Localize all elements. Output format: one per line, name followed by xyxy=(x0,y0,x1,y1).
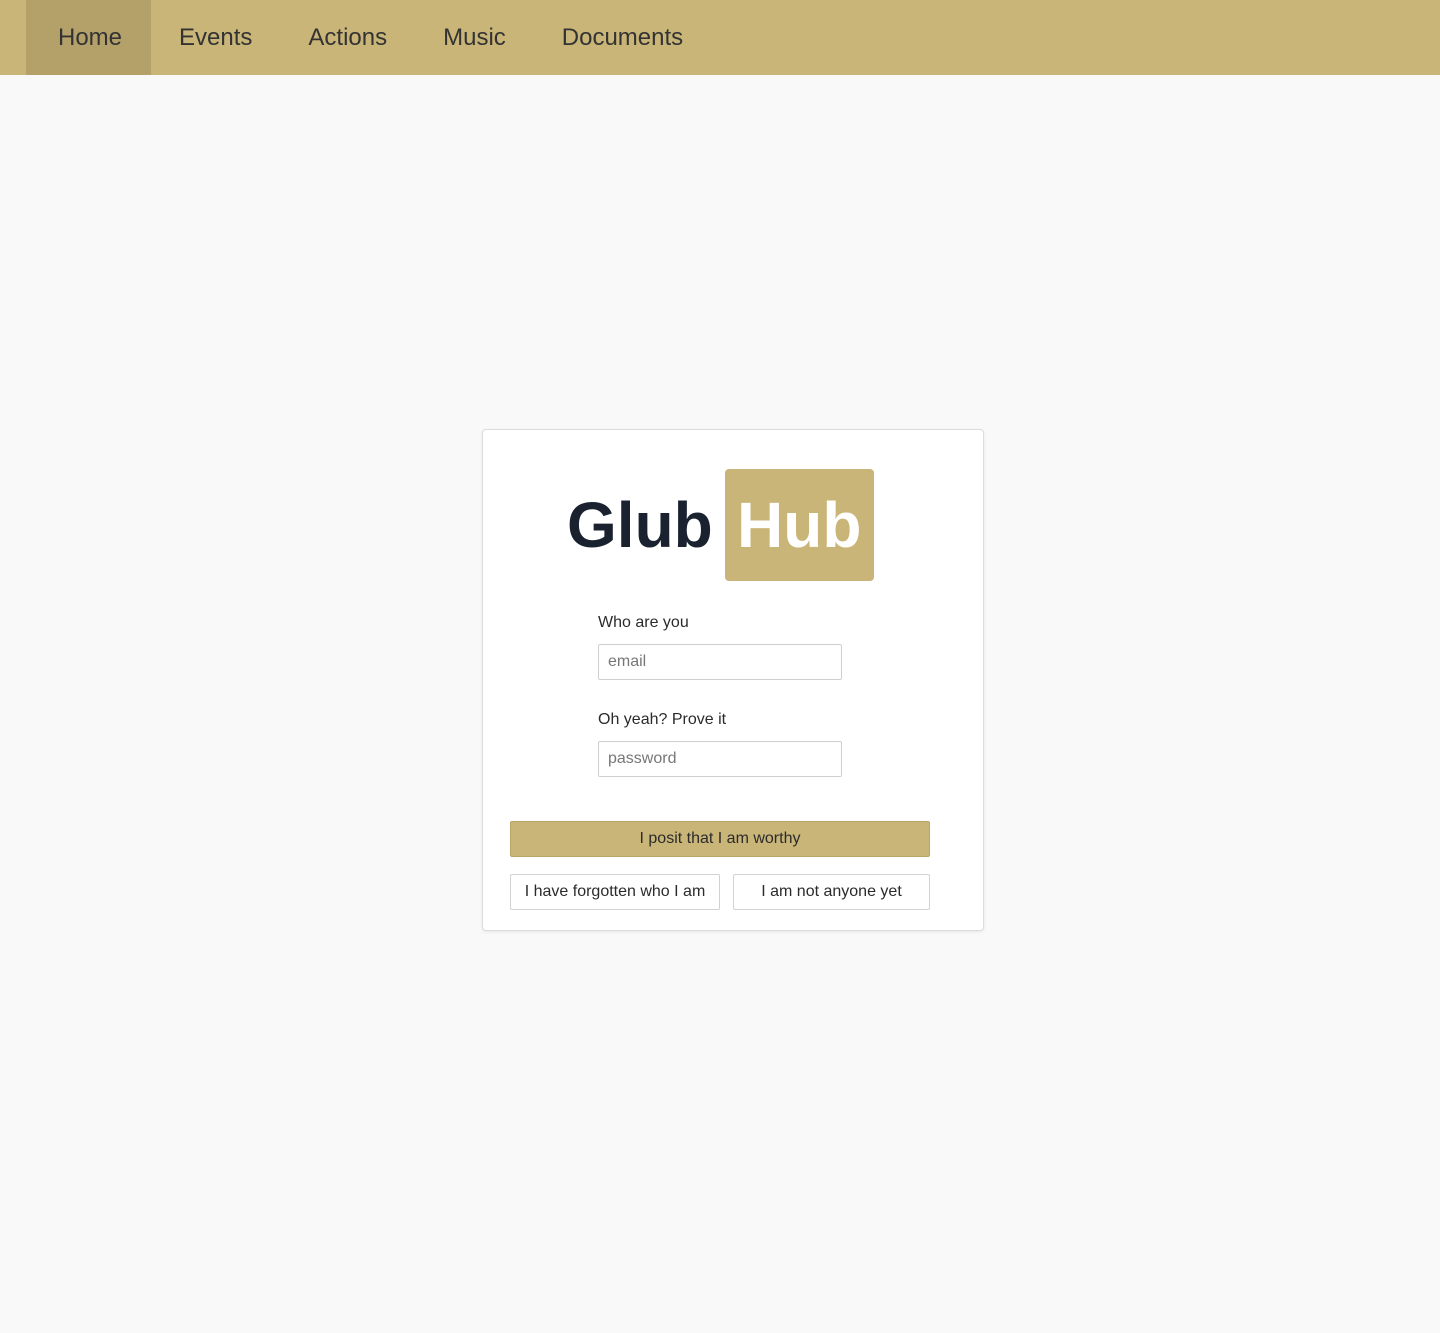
nav-item-music[interactable]: Music xyxy=(415,0,534,75)
nav-item-events[interactable]: Events xyxy=(151,0,280,75)
email-label: Who are you xyxy=(598,614,689,631)
site-logo: Glub Hub xyxy=(567,469,874,581)
nav-item-home[interactable]: Home xyxy=(26,0,152,75)
logo-text-glub: Glub xyxy=(567,489,713,561)
signup-button[interactable]: I am not anyone yet xyxy=(733,874,930,910)
password-label: Oh yeah? Prove it xyxy=(598,711,727,728)
forgot-password-button[interactable]: I have forgotten who I am xyxy=(510,874,720,910)
top-navbar: Home Events Actions Music Documents xyxy=(0,0,1440,75)
logo-text-hub: Hub xyxy=(724,469,874,581)
nav-item-actions[interactable]: Actions xyxy=(280,0,415,75)
email-input[interactable] xyxy=(598,644,842,680)
nav-item-documents[interactable]: Documents xyxy=(534,0,711,75)
password-input[interactable] xyxy=(598,741,842,777)
login-submit-button[interactable]: I posit that I am worthy xyxy=(510,821,930,857)
login-card: Glub Hub Who are you Oh yeah? Prove it I… xyxy=(482,429,984,931)
